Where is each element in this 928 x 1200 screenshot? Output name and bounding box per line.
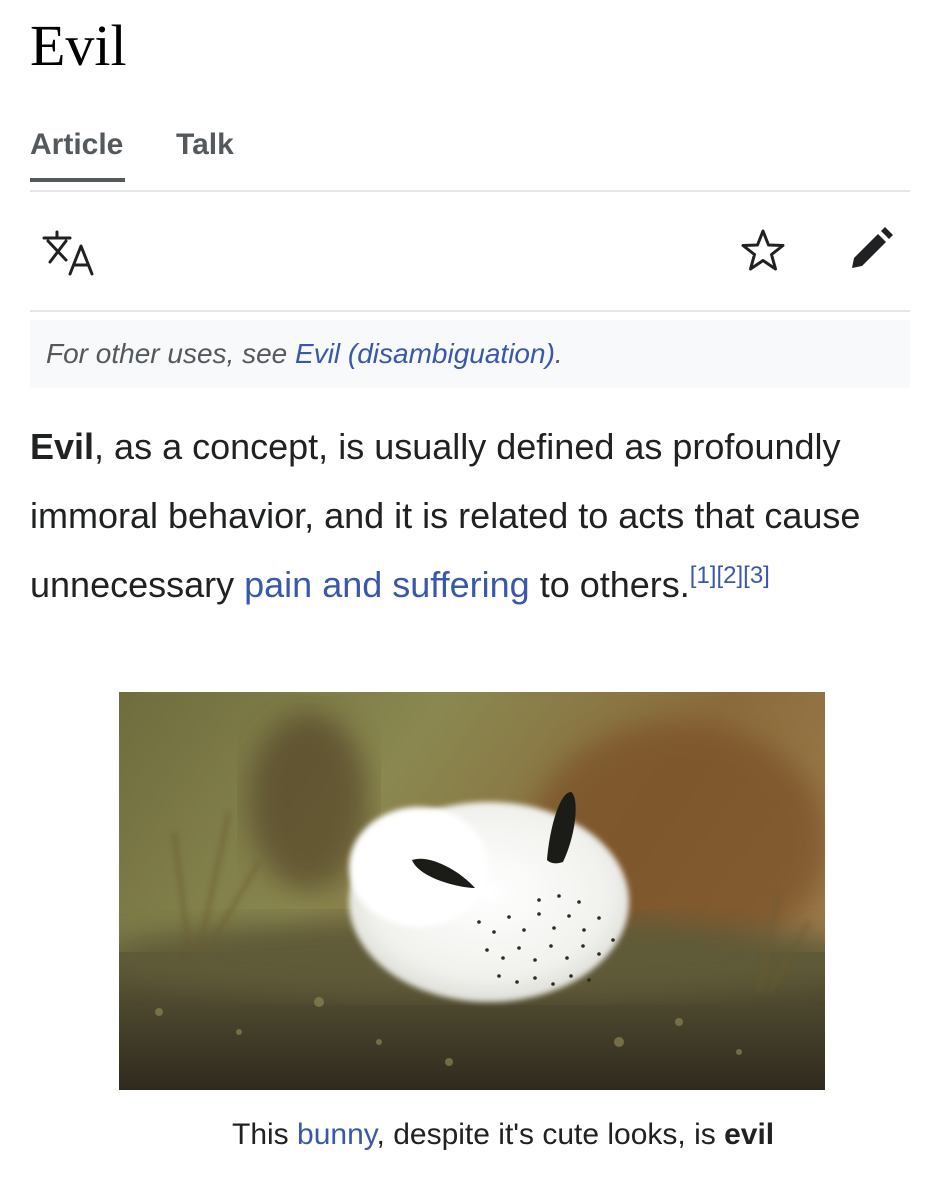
page-title: Evil	[30, 13, 127, 78]
lead-paragraph: Evil, as a concept, is usually defined a…	[30, 412, 910, 619]
caption-middle: , despite it's cute looks, is	[376, 1118, 725, 1151]
reference-3[interactable]: [3]	[743, 562, 770, 589]
reference-1[interactable]: [1]	[690, 562, 717, 589]
image-caption: This bunny, despite it's cute looks, is …	[232, 1112, 832, 1158]
hatnote-prefix: For other uses, see	[46, 338, 296, 369]
hatnote-suffix: .	[554, 338, 563, 369]
tab-talk[interactable]: Talk	[176, 128, 234, 162]
disambiguation-link[interactable]: Evil (disambiguation)	[295, 338, 555, 369]
caption-prefix: This	[232, 1118, 298, 1151]
page-tabs: Article Talk	[30, 118, 910, 192]
language-icon[interactable]	[40, 228, 98, 278]
lead-text-2: to others.	[529, 564, 690, 605]
pain-and-suffering-link[interactable]: pain and suffering	[244, 564, 530, 605]
references: [1][2][3]	[690, 562, 770, 589]
bunny-link[interactable]: bunny	[297, 1118, 377, 1151]
lead-subject: Evil	[30, 426, 95, 467]
sea-bunny-image[interactable]	[119, 692, 825, 1090]
caption-bold: evil	[724, 1118, 775, 1151]
hatnote: For other uses, see Evil (disambiguation…	[30, 320, 910, 388]
page-actions-toolbar	[30, 192, 910, 312]
tab-article[interactable]: Article	[30, 128, 126, 182]
reference-2[interactable]: [2]	[716, 562, 743, 589]
star-icon[interactable]	[740, 228, 786, 274]
pencil-icon[interactable]	[846, 226, 894, 274]
